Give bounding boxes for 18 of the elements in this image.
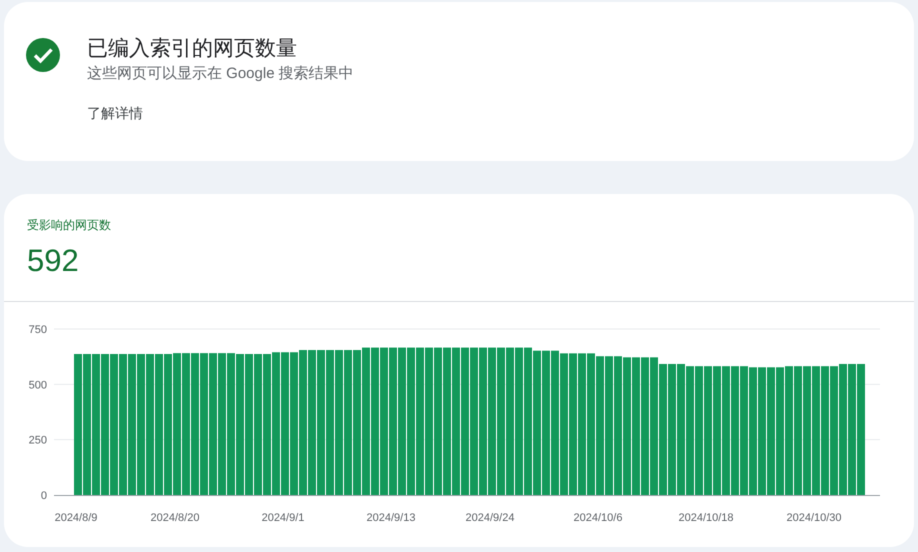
axis-label: 2024/10/18 [678,512,734,524]
axis-label: 750 [28,324,47,336]
axis-label: 2024/10/30 [786,512,842,524]
axis-label: 2024/9/1 [262,512,304,524]
axis-label: 2024/9/13 [366,512,416,524]
axis-label: 2024/10/6 [574,512,622,524]
axis-label: 250 [28,434,47,447]
metric-value: 592 [27,243,80,279]
check-circle-icon [26,38,60,72]
metric-label: 受影响的网页数 [27,217,112,234]
learn-more-link[interactable]: 了解详情 [87,105,143,123]
axis-label: 500 [28,379,47,392]
axis-label: 2024/9/24 [466,512,514,524]
card-title: 已编入索引的网页数量 [87,36,298,62]
card-subtitle: 这些网页可以显示在 Google 搜索结果中 [87,64,354,84]
axis-label: 0 [40,490,47,502]
axis-label: 2024/8/9 [54,512,98,524]
axis-label: 2024/8/20 [150,512,200,524]
